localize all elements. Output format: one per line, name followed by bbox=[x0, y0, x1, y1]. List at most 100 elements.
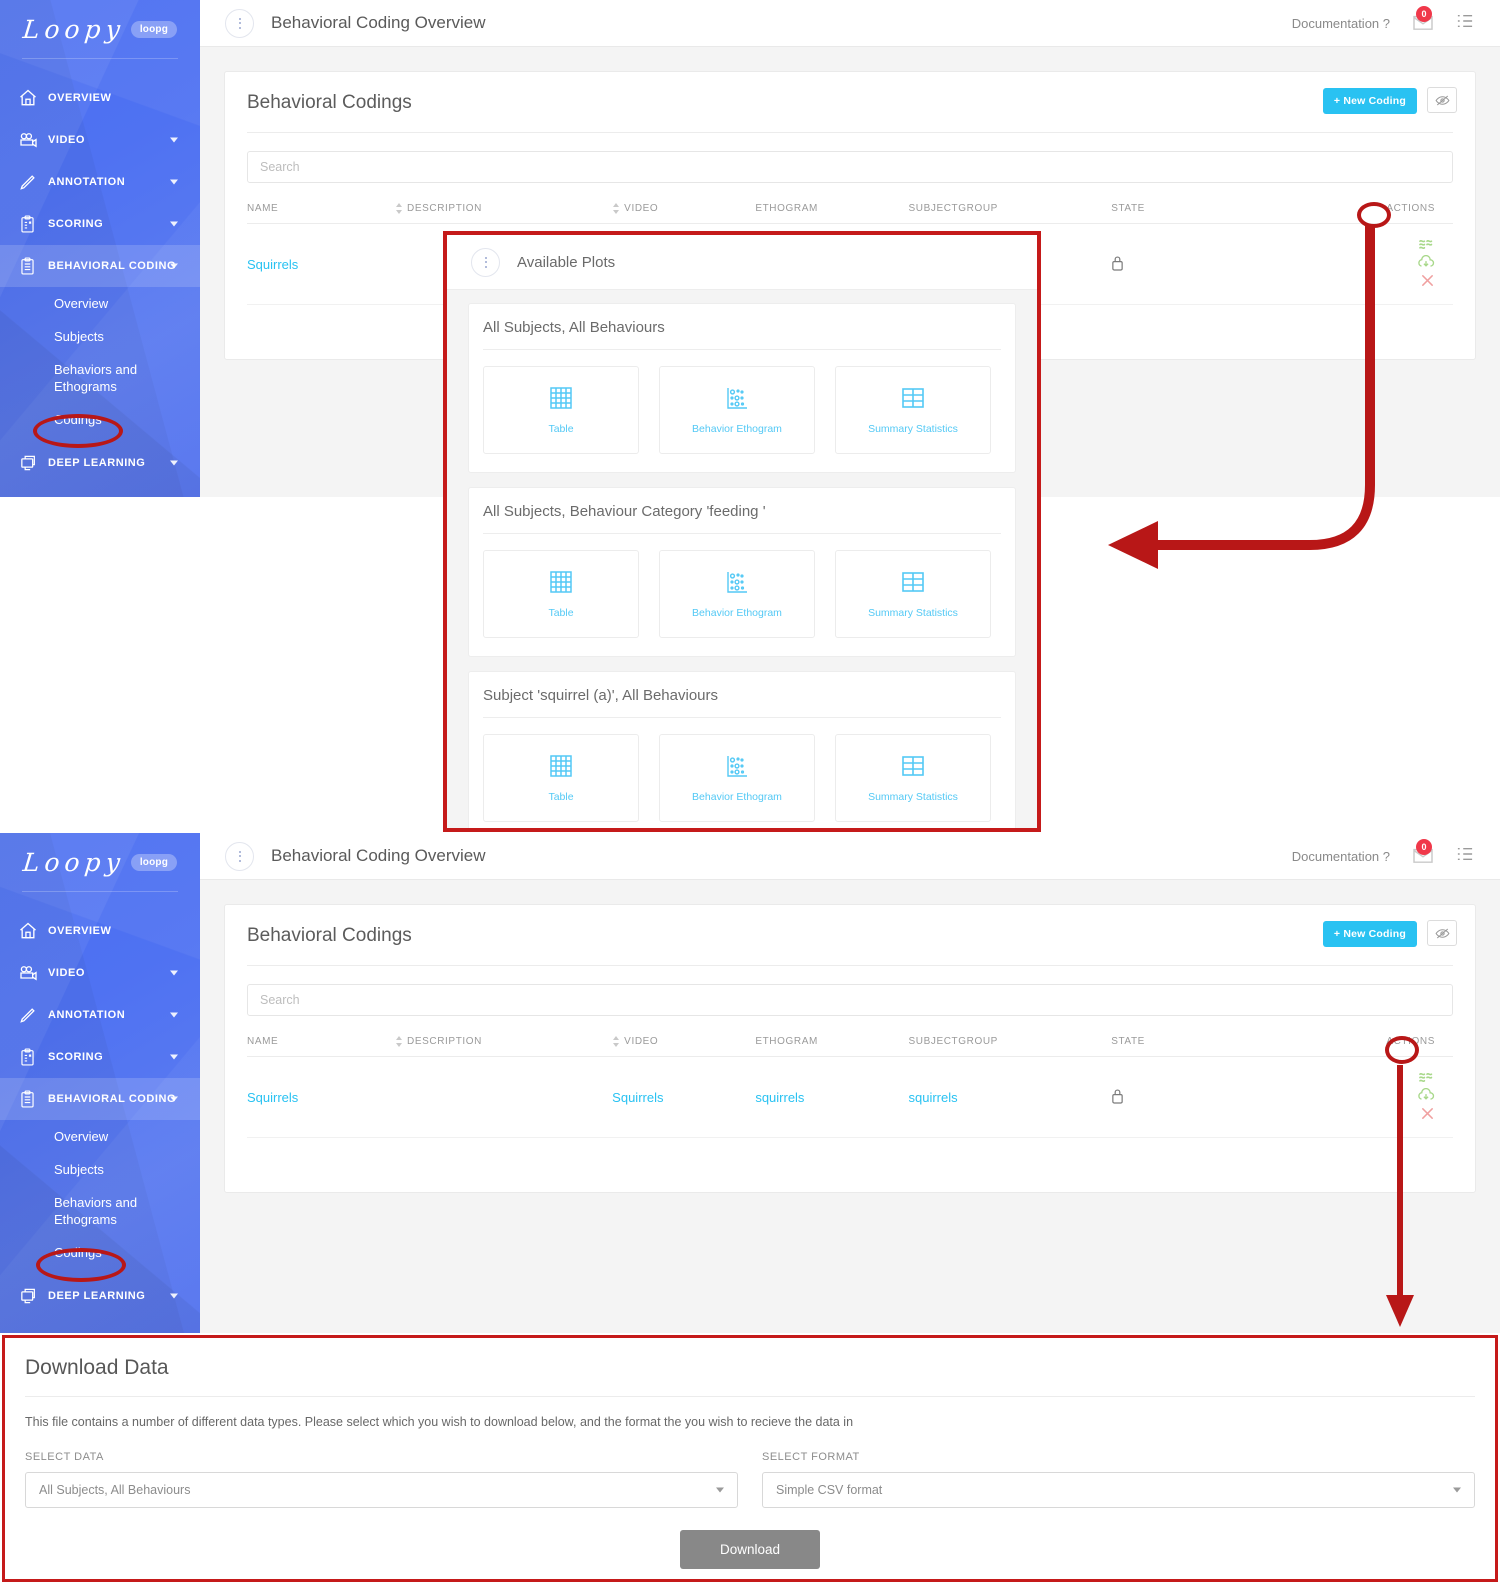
download-data-fields: SELECT DATA All Subjects, All Behaviours… bbox=[25, 1451, 1475, 1508]
cell-name-link[interactable]: Squirrels bbox=[247, 257, 298, 272]
vertical-dots-icon[interactable] bbox=[471, 247, 500, 277]
column-header-ethogram[interactable]: ETHOGRAM bbox=[755, 197, 909, 225]
column-header-video[interactable]: VIDEO bbox=[612, 1030, 756, 1058]
download-button[interactable]: Download bbox=[679, 1530, 821, 1569]
plot-tile-summary-statistics[interactable]: Summary Statistics bbox=[835, 366, 991, 454]
chevron-down-icon[interactable] bbox=[170, 460, 178, 466]
divider bbox=[25, 1396, 1475, 1397]
app-logo[interactable]: Loopy loopg bbox=[0, 833, 200, 891]
plots-icon[interactable] bbox=[1418, 1070, 1435, 1088]
chevron-down-icon[interactable] bbox=[170, 263, 178, 269]
new-coding-button[interactable]: + New Coding bbox=[1322, 88, 1417, 114]
select-format-dropdown[interactable]: Simple CSV format bbox=[762, 1472, 1475, 1508]
download-cloud-icon[interactable] bbox=[1417, 255, 1435, 273]
sidebar-item-annotation[interactable]: ANNOTATION bbox=[0, 161, 200, 203]
table-grid-icon bbox=[549, 386, 573, 415]
delete-x-icon[interactable] bbox=[1420, 273, 1435, 291]
sidebar-item-video[interactable]: VIDEO bbox=[0, 952, 200, 994]
sidebar-item-scoring[interactable]: SCORING bbox=[0, 203, 200, 245]
download-data-description: This file contains a number of different… bbox=[25, 1415, 854, 1429]
column-header-name[interactable]: NAME bbox=[247, 1030, 396, 1058]
mail-icon[interactable]: 0 bbox=[1412, 839, 1434, 866]
column-header-state[interactable]: STATE bbox=[1111, 1030, 1387, 1058]
cell-ethogram-link[interactable]: squirrels bbox=[755, 1090, 804, 1105]
download-data-panel: Download Data This file contains a numbe… bbox=[2, 1335, 1498, 1582]
plot-tile-table[interactable]: Table bbox=[483, 366, 639, 454]
sidebar-item-behavioral-coding[interactable]: BEHAVIORAL CODING bbox=[0, 1078, 200, 1120]
plot-tile-label: Table bbox=[548, 422, 574, 435]
plot-tile-behavior-ethogram[interactable]: Behavior Ethogram bbox=[659, 550, 815, 638]
sidebar-item-overview[interactable]: OVERVIEW bbox=[0, 77, 200, 119]
eye-slash-icon[interactable] bbox=[1427, 920, 1457, 946]
plot-tile-behavior-ethogram[interactable]: Behavior Ethogram bbox=[659, 734, 815, 822]
column-header-description[interactable]: DESCRIPTION bbox=[395, 197, 613, 225]
cell-name-link[interactable]: Squirrels bbox=[247, 1090, 298, 1105]
sidebar-item-behavioral-coding[interactable]: BEHAVIORAL CODING bbox=[0, 245, 200, 287]
search-input[interactable] bbox=[247, 984, 1453, 1016]
column-header-subjectgroup[interactable]: SUBJECTGROUP bbox=[908, 1030, 1112, 1058]
select-data-dropdown[interactable]: All Subjects, All Behaviours bbox=[25, 1472, 738, 1508]
plot-tile-behavior-ethogram[interactable]: Behavior Ethogram bbox=[659, 366, 815, 454]
chevron-down-icon[interactable] bbox=[170, 137, 178, 143]
plot-tile-summary-statistics[interactable]: Summary Statistics bbox=[835, 734, 991, 822]
sidebar-subitem-overview[interactable]: Overview bbox=[0, 287, 200, 320]
cell-subjectgroup-link[interactable]: squirrels bbox=[908, 1090, 957, 1105]
column-header-state[interactable]: STATE bbox=[1111, 197, 1387, 225]
sidebar-subitem-behaviors-and-ethograms[interactable]: Behaviors and Ethograms bbox=[0, 353, 200, 403]
delete-x-icon[interactable] bbox=[1420, 1106, 1435, 1124]
plot-tile-summary-statistics[interactable]: Summary Statistics bbox=[835, 550, 991, 638]
chevron-down-icon[interactable] bbox=[170, 970, 178, 976]
cell-video-link[interactable]: Squirrels bbox=[612, 1090, 663, 1105]
sidebar-subitem-subjects[interactable]: Subjects bbox=[0, 320, 200, 353]
sidebar-item-deep-learning[interactable]: DEEP LEARNING bbox=[0, 442, 200, 484]
column-header-ethogram[interactable]: ETHOGRAM bbox=[755, 1030, 909, 1058]
chevron-down-icon[interactable] bbox=[170, 221, 178, 227]
chevron-down-icon[interactable] bbox=[170, 1096, 178, 1102]
chevron-down-icon[interactable] bbox=[170, 1054, 178, 1060]
card-title: Behavioral Codings bbox=[247, 92, 412, 113]
column-header-subjectgroup[interactable]: SUBJECTGROUP bbox=[908, 197, 1112, 225]
documentation-link[interactable]: Documentation ? bbox=[1292, 849, 1390, 864]
download-cloud-icon[interactable] bbox=[1417, 1088, 1435, 1106]
plot-tile-table[interactable]: Table bbox=[483, 734, 639, 822]
mail-icon[interactable]: 0 bbox=[1412, 6, 1434, 33]
table-row: Squirrels Squirrels squirrels squirrels bbox=[247, 1056, 1453, 1139]
chevron-down-icon[interactable] bbox=[170, 1293, 178, 1299]
plot-tile-label: Summary Statistics bbox=[868, 606, 958, 619]
sidebar-subitem-overview[interactable]: Overview bbox=[0, 1120, 200, 1153]
vertical-dots-icon[interactable] bbox=[225, 8, 254, 38]
sidebar-subitem-codings[interactable]: Codings bbox=[0, 403, 200, 436]
column-header-actions: ACTIONS bbox=[1386, 197, 1453, 225]
sidebar-subitem-behaviors-and-ethograms[interactable]: Behaviors and Ethograms bbox=[0, 1186, 200, 1236]
column-header-name[interactable]: NAME bbox=[247, 197, 396, 225]
sidebar-item-video[interactable]: VIDEO bbox=[0, 119, 200, 161]
plots-icon[interactable] bbox=[1418, 237, 1435, 255]
list-icon[interactable] bbox=[1456, 846, 1474, 867]
sidebar-item-deep-learning[interactable]: DEEP LEARNING bbox=[0, 1275, 200, 1317]
plot-group: All Subjects, Behaviour Category 'feedin… bbox=[468, 487, 1016, 657]
sidebar-item-annotation[interactable]: ANNOTATION bbox=[0, 994, 200, 1036]
sidebar-subitem-subjects[interactable]: Subjects bbox=[0, 1153, 200, 1186]
vertical-dots-icon[interactable] bbox=[225, 841, 254, 871]
card-header: Behavioral Codings + New Coding bbox=[225, 905, 1475, 966]
new-coding-button[interactable]: + New Coding bbox=[1322, 921, 1417, 947]
app-logo[interactable]: Loopy loopg bbox=[0, 0, 200, 58]
chevron-down-icon[interactable] bbox=[170, 179, 178, 185]
sidebar-subitem-codings[interactable]: Codings bbox=[0, 1236, 200, 1269]
search-area bbox=[225, 966, 1475, 1016]
eye-slash-icon[interactable] bbox=[1427, 87, 1457, 113]
column-header-description[interactable]: DESCRIPTION bbox=[395, 1030, 613, 1058]
sidebar-item-label: BEHAVIORAL CODING bbox=[48, 1093, 177, 1105]
column-header-video[interactable]: VIDEO bbox=[612, 197, 756, 225]
sidebar-item-label: SCORING bbox=[48, 1051, 104, 1063]
chevron-down-icon[interactable] bbox=[170, 1012, 178, 1018]
available-plots-body: All Subjects, All Behaviours Table Behav… bbox=[447, 290, 1037, 828]
sidebar-item-scoring[interactable]: SCORING bbox=[0, 1036, 200, 1078]
list-icon[interactable] bbox=[1456, 13, 1474, 34]
plot-tile-table[interactable]: Table bbox=[483, 550, 639, 638]
sidebar-item-label: DEEP LEARNING bbox=[48, 1290, 146, 1302]
sidebar-item-overview[interactable]: OVERVIEW bbox=[0, 910, 200, 952]
search-input[interactable] bbox=[247, 151, 1453, 183]
logo-text: Loopy bbox=[21, 14, 127, 44]
documentation-link[interactable]: Documentation ? bbox=[1292, 16, 1390, 31]
